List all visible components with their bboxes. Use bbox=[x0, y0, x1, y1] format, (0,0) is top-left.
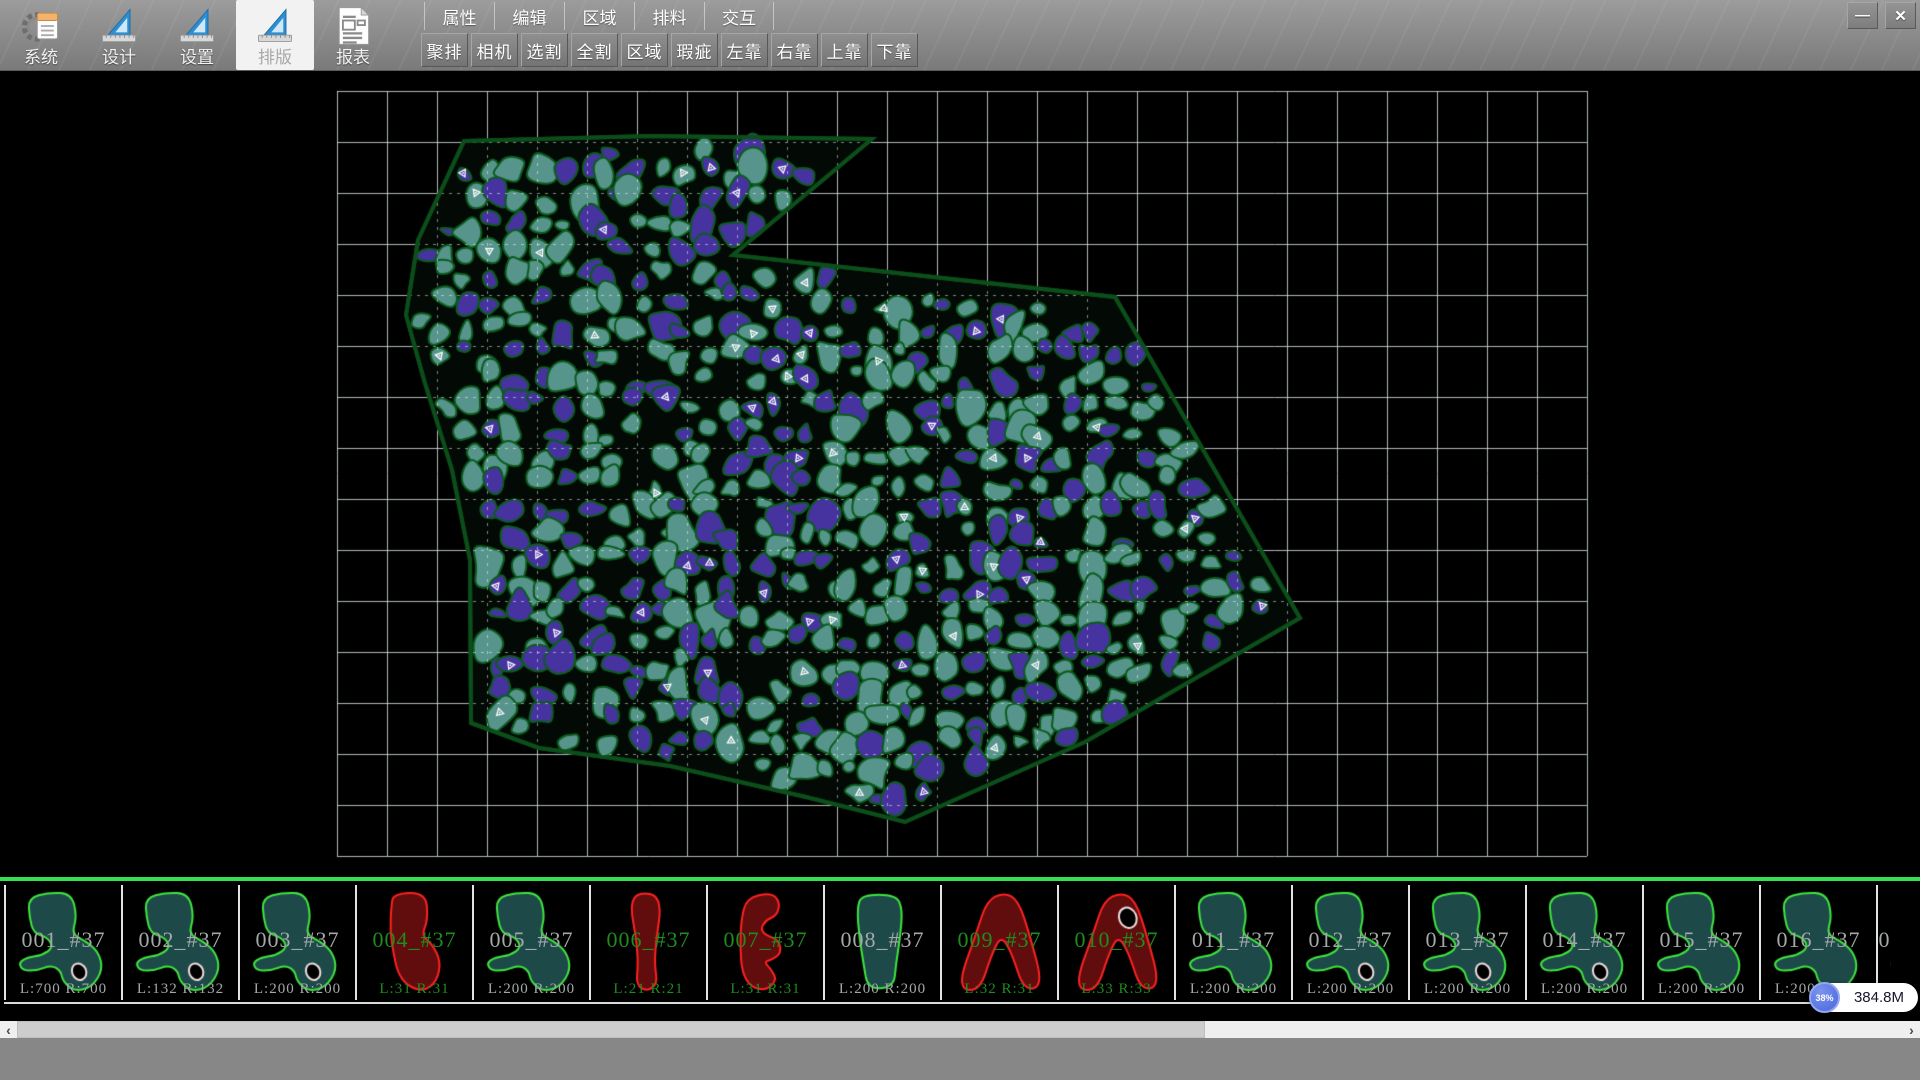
tab-系统[interactable]: 系统 bbox=[2, 0, 80, 70]
piece-label: 008_#37 bbox=[825, 927, 940, 953]
action-区域[interactable]: 区域 bbox=[621, 33, 668, 67]
action-左靠[interactable]: 左靠 bbox=[721, 33, 768, 67]
module-tabs: 系统 设计 设置 排版 报表 bbox=[2, 0, 392, 70]
piece-lr-count: L:200 R:200 bbox=[1527, 981, 1642, 998]
piece-label: 010_#37 bbox=[1059, 927, 1174, 953]
pieces-list: 001_#37L:700 R:700002_#37L:132 R:132003_… bbox=[4, 885, 1891, 1004]
menu-交互[interactable]: 交互 bbox=[704, 2, 774, 30]
action-上靠[interactable]: 上靠 bbox=[821, 33, 868, 67]
piece-lr-count: L:200 R:200 bbox=[240, 981, 355, 998]
piece-thumbnail-010_#37[interactable]: 010_#37 L:33 R:33 bbox=[1057, 885, 1174, 1000]
piece-label: 001_#37 bbox=[6, 927, 121, 953]
piece-lr-count: L:132 R:132 bbox=[123, 981, 238, 998]
piece-lr-count: L:33 R:33 bbox=[1059, 981, 1174, 998]
piece-thumbnail-003_#37[interactable]: 003_#37 L:200 R:200 bbox=[238, 885, 355, 1000]
piece-label: 003_#37 bbox=[240, 927, 355, 953]
percent-badge: 38% bbox=[1809, 982, 1840, 1013]
window-controls: — ✕ bbox=[1847, 2, 1916, 29]
tab-label: 设置 bbox=[180, 49, 214, 67]
application-window: 系统设计设置排版报表 属性编辑区域排料交互 聚排相机选割全割区域瑕疵左靠右靠上靠… bbox=[0, 0, 1920, 1080]
menu-排料[interactable]: 排料 bbox=[634, 2, 704, 30]
report-document-icon bbox=[331, 4, 375, 48]
piece-lr-count: L:200 R:200 bbox=[1293, 981, 1408, 998]
piece-label: 007_#37 bbox=[708, 927, 823, 953]
piece-label: 0 bbox=[1878, 927, 1891, 953]
tab-排版[interactable]: 排版 bbox=[236, 0, 314, 70]
piece-thumbnail-001_#37[interactable]: 001_#37 L:700 R:700 bbox=[4, 885, 121, 1000]
piece-thumbnail-009_#37[interactable]: 009_#37 L:32 R:31 bbox=[940, 885, 1057, 1000]
set-square-icon bbox=[97, 4, 141, 48]
piece-thumbnail-004_#37[interactable]: 004_#37 L:31 R:31 bbox=[355, 885, 472, 1000]
action-瑕疵[interactable]: 瑕疵 bbox=[671, 33, 718, 67]
minimize-button[interactable]: — bbox=[1847, 2, 1878, 29]
scroll-left-arrow[interactable]: ‹ bbox=[0, 1021, 17, 1038]
horizontal-scrollbar[interactable]: ‹ › bbox=[0, 1021, 1920, 1038]
action-相机[interactable]: 相机 bbox=[471, 33, 518, 67]
tab-报表[interactable]: 报表 bbox=[314, 0, 392, 70]
piece-thumbnail-002_#37[interactable]: 002_#37 L:132 R:132 bbox=[121, 885, 238, 1000]
action-选割[interactable]: 选割 bbox=[521, 33, 568, 67]
action-下靠[interactable]: 下靠 bbox=[871, 33, 918, 67]
piece-lr-count: L:32 R:31 bbox=[942, 981, 1057, 998]
tab-设计[interactable]: 设计 bbox=[80, 0, 158, 70]
set-square-icon bbox=[253, 4, 297, 48]
piece-lr-count: L:700 R:700 bbox=[6, 981, 121, 998]
piece-thumbnail-013_#37[interactable]: 013_#37 L:200 R:200 bbox=[1408, 885, 1525, 1000]
piece-thumbnail-006_#37[interactable]: 006_#37 L:21 R:21 bbox=[589, 885, 706, 1000]
action-右靠[interactable]: 右靠 bbox=[771, 33, 818, 67]
tab-设置[interactable]: 设置 bbox=[158, 0, 236, 70]
piece-lr-count: L:31 R:31 bbox=[708, 981, 823, 998]
toolbar: 系统设计设置排版报表 属性编辑区域排料交互 聚排相机选割全割区域瑕疵左靠右靠上靠… bbox=[0, 0, 1920, 71]
piece-thumbnail-005_#37[interactable]: 005_#37 L:200 R:200 bbox=[472, 885, 589, 1000]
piece-lr-count: L:200 R:200 bbox=[825, 981, 940, 998]
tab-label: 报表 bbox=[336, 49, 370, 67]
piece-lr-count: L:200 R:200 bbox=[1410, 981, 1525, 998]
piece-thumbnail-012_#37[interactable]: 012_#37 L:200 R:200 bbox=[1291, 885, 1408, 1000]
action-聚排[interactable]: 聚排 bbox=[421, 33, 468, 67]
piece-label: 013_#37 bbox=[1410, 927, 1525, 953]
piece-label: 015_#37 bbox=[1644, 927, 1759, 953]
piece-thumbnail-007_#37[interactable]: 007_#37 L:31 R:31 bbox=[706, 885, 823, 1000]
piece-label: 005_#37 bbox=[474, 927, 589, 953]
gear-icon bbox=[19, 4, 63, 48]
pieces-strip: 001_#37L:700 R:700002_#37L:132 R:132003_… bbox=[0, 877, 1920, 1004]
piece-label: 004_#37 bbox=[357, 927, 472, 953]
menu-action-row: 聚排相机选割全割区域瑕疵左靠右靠上靠下靠 bbox=[421, 33, 921, 67]
piece-lr-count: L:200 R:200 bbox=[1644, 981, 1759, 998]
memory-status-pill[interactable]: 38% 384.8M bbox=[1810, 983, 1918, 1012]
menu-top-row: 属性编辑区域排料交互 bbox=[424, 2, 774, 30]
menu-区域[interactable]: 区域 bbox=[564, 2, 634, 30]
memory-label: 384.8M bbox=[1840, 989, 1918, 1006]
scrollbar-thumb[interactable] bbox=[17, 1021, 1205, 1038]
piece-label: 012_#37 bbox=[1293, 927, 1408, 953]
set-square-icon bbox=[175, 4, 219, 48]
piece-thumbnail-014_#37[interactable]: 014_#37 L:200 R:200 bbox=[1525, 885, 1642, 1000]
menu-属性[interactable]: 属性 bbox=[424, 2, 494, 30]
tab-label: 系统 bbox=[24, 49, 58, 67]
menu-编辑[interactable]: 编辑 bbox=[494, 2, 564, 30]
piece-label: 006_#37 bbox=[591, 927, 706, 953]
piece-label: 014_#37 bbox=[1527, 927, 1642, 953]
scroll-right-arrow[interactable]: › bbox=[1903, 1021, 1920, 1038]
tab-label: 设计 bbox=[102, 49, 136, 67]
piece-label: 009_#37 bbox=[942, 927, 1057, 953]
piece-lr-count: L:31 R:31 bbox=[357, 981, 472, 998]
piece-thumbnail-011_#37[interactable]: 011_#37 L:200 R:200 bbox=[1174, 885, 1291, 1000]
piece-label: 016_#37 bbox=[1761, 927, 1876, 953]
piece-label: 002_#37 bbox=[123, 927, 238, 953]
piece-lr-count: L:200 R:200 bbox=[474, 981, 589, 998]
piece-lr-count: L:21 R:21 bbox=[591, 981, 706, 998]
tab-label: 排版 bbox=[258, 49, 292, 67]
piece-thumbnail-015_#37[interactable]: 015_#37 L:200 R:200 bbox=[1642, 885, 1759, 1000]
bottom-status-bar bbox=[0, 1038, 1920, 1080]
close-button[interactable]: ✕ bbox=[1885, 2, 1916, 29]
piece-lr-count: L:200 R:200 bbox=[1176, 981, 1291, 998]
action-全割[interactable]: 全割 bbox=[571, 33, 618, 67]
piece-label: 011_#37 bbox=[1176, 927, 1291, 953]
piece-thumbnail-008_#37[interactable]: 008_#37 L:200 R:200 bbox=[823, 885, 940, 1000]
